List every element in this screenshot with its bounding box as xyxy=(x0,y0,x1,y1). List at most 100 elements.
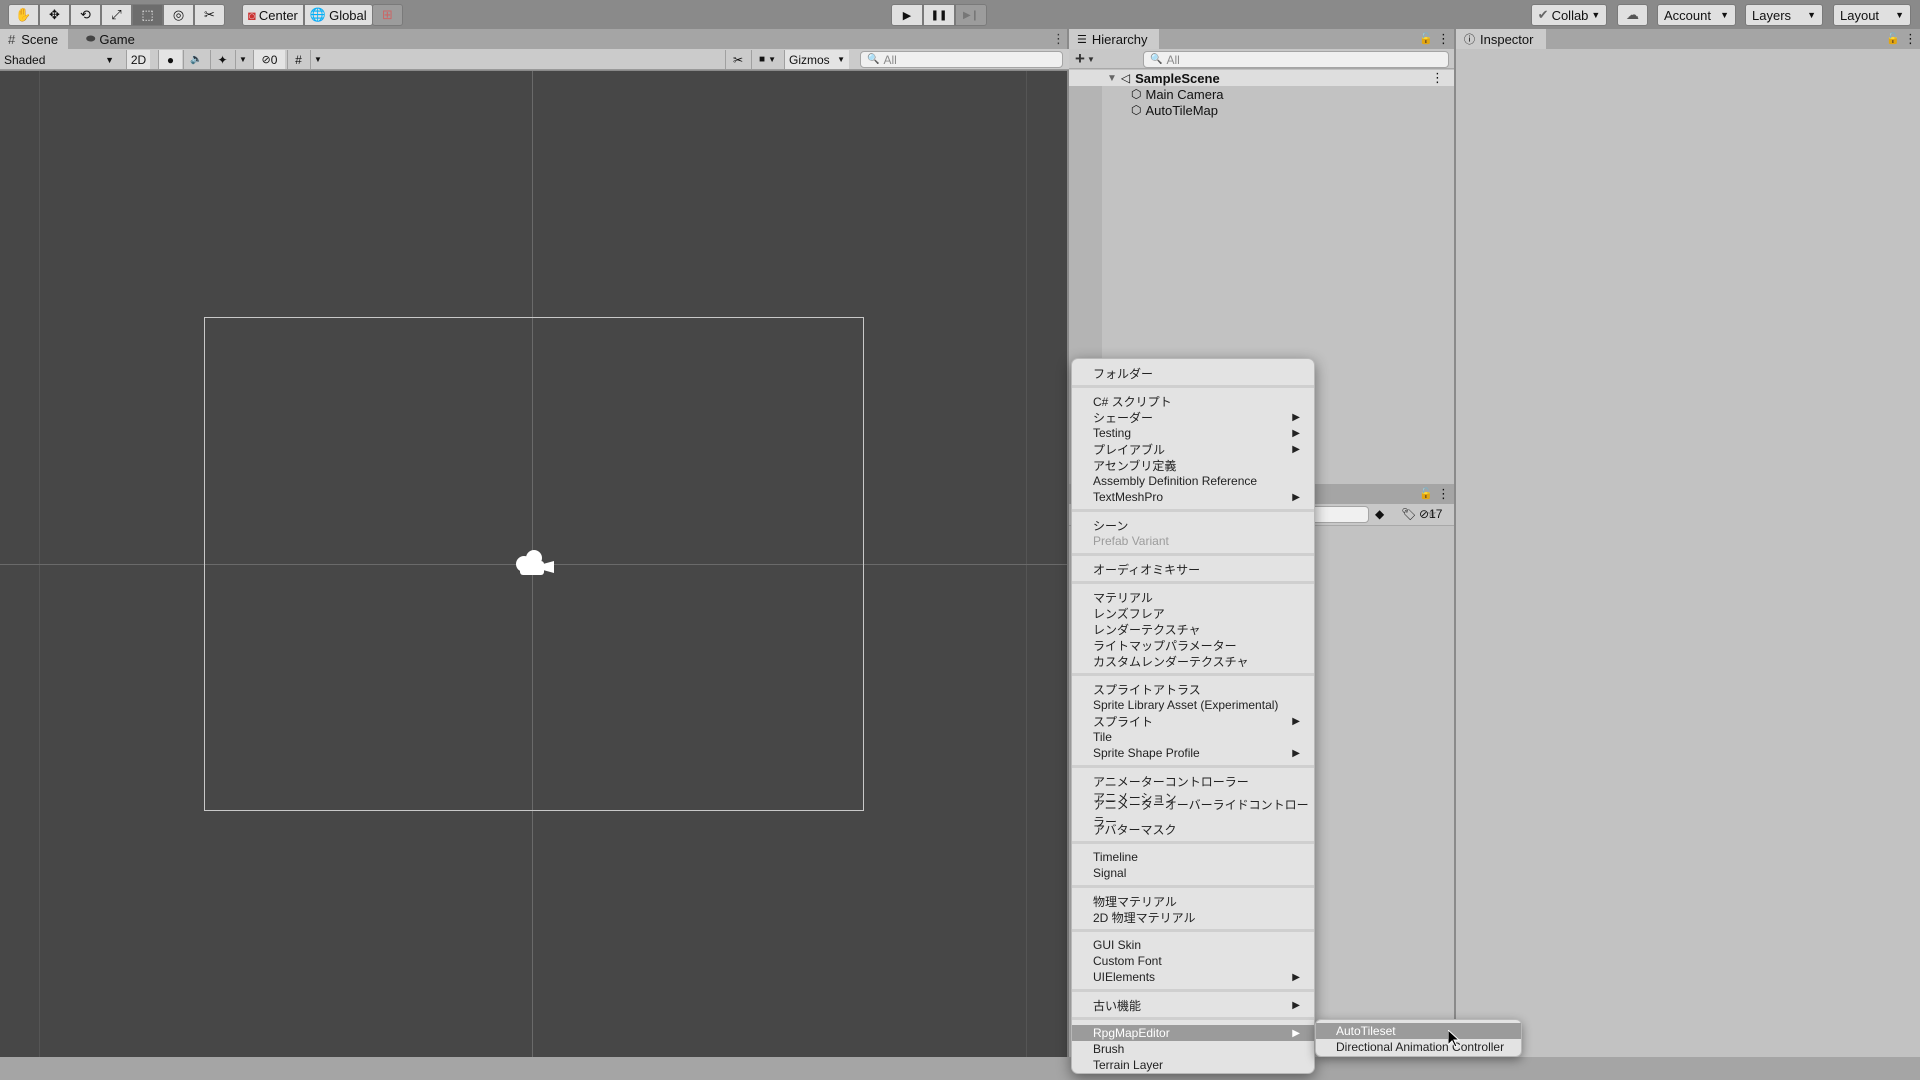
camera-gizmo-icon[interactable] xyxy=(512,549,556,579)
scene-row[interactable]: ▼ ◁ SampleScene ⋮ xyxy=(1069,70,1454,86)
menu-item[interactable]: C# スクリプト xyxy=(1072,393,1314,409)
audio-toggle[interactable]: 🔈 xyxy=(183,50,209,69)
menu-item[interactable]: ライトマップパラメーター xyxy=(1072,637,1314,653)
tab-scene[interactable]: # Scene xyxy=(0,29,68,49)
account-dropdown[interactable]: Account ▼ xyxy=(1657,4,1736,26)
hierarchy-item[interactable]: ⬡ Main Camera xyxy=(1069,86,1454,102)
step-button[interactable]: ▶❙ xyxy=(955,4,987,26)
menu-item[interactable]: アニメーターコントローラー xyxy=(1072,773,1314,789)
menu-item[interactable]: RpgMapEditor ▶ xyxy=(1072,1025,1314,1041)
menu-item[interactable]: シェーダー ▶ xyxy=(1072,409,1314,425)
project-menu-icon[interactable]: ⋮ xyxy=(1437,486,1450,502)
camera-settings-button[interactable]: ■ ▼ xyxy=(751,50,783,69)
effects-dropdown[interactable]: ▼ xyxy=(235,50,250,69)
menu-item[interactable]: Sprite Library Asset (Experimental) xyxy=(1072,697,1314,713)
grid-snap-button[interactable]: ⊞ xyxy=(372,4,403,26)
menu-item[interactable]: Terrain Layer xyxy=(1072,1057,1314,1073)
move-tool-button[interactable]: ✥ xyxy=(39,4,70,26)
menu-separator xyxy=(1072,989,1314,992)
lighting-toggle[interactable]: ● xyxy=(158,50,182,69)
menu-item[interactable]: アバターマスク xyxy=(1072,821,1314,837)
menu-item[interactable]: アニメーターオーバーライドコントローラー xyxy=(1072,798,1314,829)
hierarchy-item[interactable]: ⬡ AutoTileMap xyxy=(1069,102,1454,118)
draw-mode-dropdown[interactable]: Shaded ▼ xyxy=(0,50,120,69)
menu-item[interactable]: レンダーテクスチャ xyxy=(1072,621,1314,637)
menu-item[interactable]: マテリアル xyxy=(1072,589,1314,605)
create-button[interactable]: + ▼ xyxy=(1075,49,1095,69)
menu-item[interactable]: スプライト ▶ xyxy=(1072,713,1314,729)
menu-item[interactable]: スプライトアトラス xyxy=(1072,681,1314,697)
2d-mode-toggle[interactable]: 2D xyxy=(126,50,150,69)
filter-by-type-icon[interactable]: ◆ xyxy=(1375,507,1384,521)
menu-item[interactable]: シーン xyxy=(1072,517,1314,533)
menu-item[interactable]: TextMeshPro ▶ xyxy=(1072,489,1314,505)
hidden-objects-toggle[interactable]: ⊘ 0 xyxy=(253,50,285,69)
layers-dropdown[interactable]: Layers ▼ xyxy=(1745,4,1823,26)
cloud-button[interactable]: ☁ xyxy=(1617,4,1648,26)
collab-dropdown[interactable]: ✔ Collab ▼ xyxy=(1531,4,1607,26)
menu-item[interactable]: カスタムレンダーテクスチャ xyxy=(1072,653,1314,669)
play-button[interactable]: ▶ xyxy=(891,4,923,26)
2d-label: 2D xyxy=(130,52,147,67)
menu-item[interactable]: Testing ▶ xyxy=(1072,425,1314,441)
menu-item-autotileset[interactable]: AutoTileset xyxy=(1316,1023,1521,1039)
custom-tool-button[interactable]: ✂ xyxy=(194,4,225,26)
lock-icon[interactable]: 🔓 xyxy=(1419,487,1433,500)
tab-game[interactable]: ⬬ Game xyxy=(78,29,143,49)
expand-arrow-icon[interactable]: ▼ xyxy=(1107,73,1117,84)
menu-item[interactable]: UIElements ▶ xyxy=(1072,969,1314,985)
menu-item[interactable]: GUI Skin xyxy=(1072,937,1314,953)
layout-dropdown[interactable]: Layout ▼ xyxy=(1833,4,1911,26)
eye-slash-icon: ⊘ xyxy=(1419,507,1430,521)
menu-item[interactable]: Custom Font xyxy=(1072,953,1314,969)
menu-item[interactable]: フォルダー xyxy=(1072,365,1314,381)
pause-button[interactable]: ❚❚ xyxy=(923,4,955,26)
menu-item[interactable]: Brush xyxy=(1072,1041,1314,1057)
lock-icon[interactable]: 🔓 xyxy=(1419,32,1433,45)
pivot-center-toggle[interactable]: ◙ Center xyxy=(242,4,304,26)
tab-game-label: Game xyxy=(99,31,135,47)
inspector-menu-icon[interactable]: ⋮ xyxy=(1904,31,1917,47)
hierarchy-menu-icon[interactable]: ⋮ xyxy=(1437,31,1450,47)
hand-tool-button[interactable]: ✋ xyxy=(8,4,39,26)
hidden-packages-toggle[interactable]: ⊘17 xyxy=(1419,507,1442,521)
pivot-global-toggle[interactable]: 🌐 Global xyxy=(303,4,373,26)
filter-by-label-icon[interactable]: 🏷 xyxy=(1401,507,1416,521)
scene-panel-menu-icon[interactable]: ⋮ xyxy=(1052,31,1065,47)
project-search-input[interactable] xyxy=(1309,506,1369,523)
create-context-menu: フォルダー C# スクリプト シェーダー ▶ Testing ▶ プレイアブル ▶ アセンブリ定… xyxy=(1071,358,1315,1074)
scene-tools-button[interactable]: ✂ xyxy=(725,50,750,69)
rect-tool-button[interactable]: ⬚ xyxy=(132,4,163,26)
scene-view[interactable] xyxy=(0,71,1067,1057)
menu-item[interactable]: 古い機能 ▶ xyxy=(1072,997,1314,1013)
menu-item[interactable]: Timeline xyxy=(1072,849,1314,865)
tab-inspector[interactable]: ⓘ Inspector xyxy=(1456,29,1546,49)
playback-controls: ▶ ❚❚ ▶❙ xyxy=(891,4,987,26)
scene-search-input[interactable]: 🔍 All xyxy=(860,51,1063,68)
menu-item[interactable]: Sprite Shape Profile ▶ xyxy=(1072,745,1314,761)
effects-toggle[interactable]: ✦ xyxy=(210,50,234,69)
menu-item[interactable]: Assembly Definition Reference xyxy=(1072,473,1314,489)
menu-item[interactable]: レンズフレア xyxy=(1072,605,1314,621)
menu-item[interactable]: オーディオミキサー xyxy=(1072,561,1314,577)
tab-hierarchy[interactable]: ☰ Hierarchy xyxy=(1069,29,1159,49)
rotate-tool-button[interactable]: ⟲ xyxy=(70,4,101,26)
gizmos-dropdown[interactable]: Gizmos ▼ xyxy=(784,50,849,69)
lock-icon[interactable]: 🔓 xyxy=(1886,32,1900,45)
eye-slash-icon: ⊘ xyxy=(261,54,271,66)
menu-item[interactable]: アセンブリ定義 xyxy=(1072,457,1314,473)
hierarchy-search-input[interactable]: 🔍 All xyxy=(1143,51,1449,68)
grid-toggle[interactable]: # xyxy=(287,50,309,69)
dropdown-arrow-icon: ▼ xyxy=(239,55,247,64)
menu-item[interactable]: Signal xyxy=(1072,865,1314,881)
menu-item[interactable]: Tile xyxy=(1072,729,1314,745)
menu-item-directional-animation-controller[interactable]: Directional Animation Controller xyxy=(1316,1039,1521,1055)
menu-item[interactable]: 2D 物理マテリアル xyxy=(1072,909,1314,925)
menu-separator xyxy=(1072,509,1314,512)
menu-item[interactable]: プレイアブル ▶ xyxy=(1072,441,1314,457)
menu-item[interactable]: 物理マテリアル xyxy=(1072,893,1314,909)
scale-tool-button[interactable]: ⤢ xyxy=(101,4,132,26)
transform-tool-button[interactable]: ◎ xyxy=(163,4,194,26)
grid-dropdown[interactable]: ▼ xyxy=(310,50,325,69)
scene-menu-icon[interactable]: ⋮ xyxy=(1431,70,1444,86)
